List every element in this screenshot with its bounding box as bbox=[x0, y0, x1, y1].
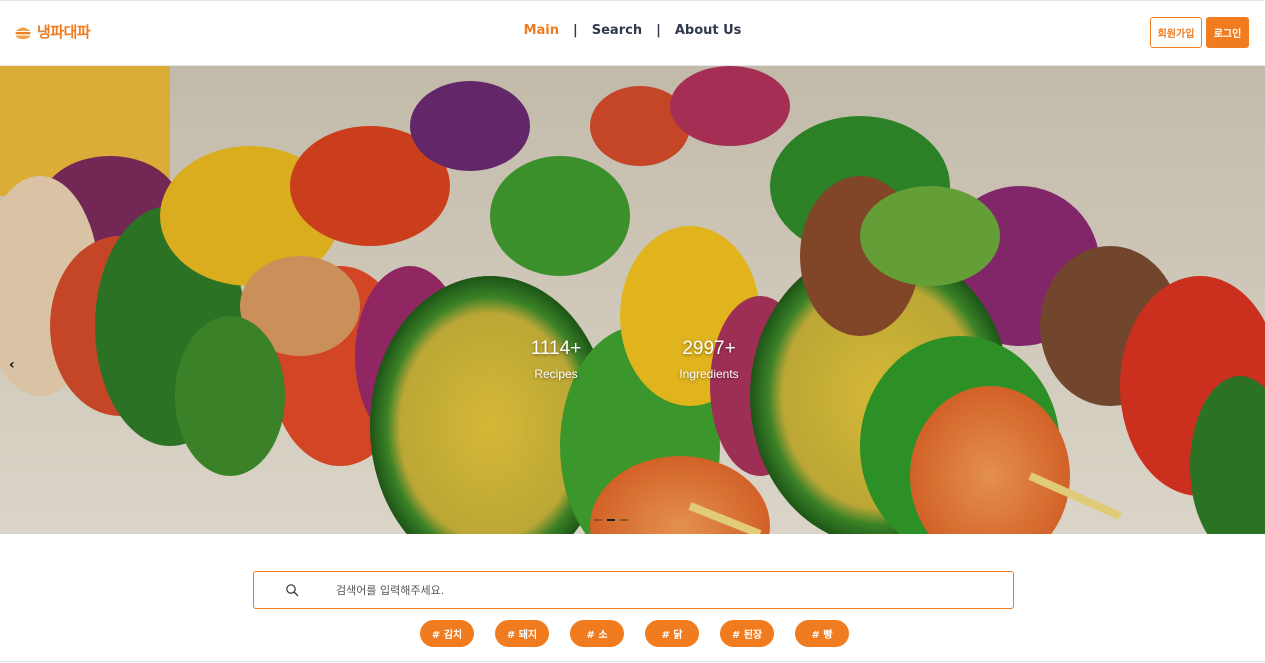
search-input[interactable] bbox=[336, 580, 996, 600]
tag-doenjang[interactable]: # 된장 bbox=[720, 620, 774, 647]
stat-label: Ingredients bbox=[679, 367, 739, 381]
main-nav: Main | Search | About Us bbox=[0, 23, 1265, 38]
tag-pork[interactable]: # 돼지 bbox=[495, 620, 549, 647]
stat-recipes: 1114+ Recipes bbox=[522, 338, 590, 381]
divider bbox=[0, 661, 1265, 662]
nav-main[interactable]: Main bbox=[524, 23, 559, 38]
carousel-dot[interactable] bbox=[620, 519, 628, 521]
hero-carousel: ‹ 1114+ Recipes 2997+ Ingredients bbox=[0, 66, 1265, 534]
search-box bbox=[253, 571, 1014, 609]
nav-separator: | bbox=[573, 23, 578, 38]
stat-ingredients: 2997+ Ingredients bbox=[672, 338, 746, 381]
nav-separator: | bbox=[656, 23, 661, 38]
stat-value: 1114+ bbox=[530, 338, 582, 359]
nav-search[interactable]: Search bbox=[592, 23, 642, 38]
signup-button[interactable]: 회원가입 bbox=[1150, 17, 1202, 48]
login-button[interactable]: 로그인 bbox=[1206, 17, 1249, 48]
top-header: 냉파대파 Main | Search | About Us 회원가입 로그인 bbox=[0, 0, 1265, 66]
stat-label: Recipes bbox=[534, 367, 578, 381]
carousel-dot[interactable] bbox=[594, 519, 602, 521]
tag-beef[interactable]: # 소 bbox=[570, 620, 624, 647]
search-icon[interactable] bbox=[285, 583, 299, 597]
carousel-indicators bbox=[594, 519, 628, 521]
stat-value: 2997+ bbox=[682, 338, 736, 359]
hero-food-image bbox=[0, 66, 1265, 534]
chevron-left-icon[interactable]: ‹ bbox=[9, 357, 15, 373]
nav-about-us[interactable]: About Us bbox=[675, 23, 742, 38]
tag-bread[interactable]: # 빵 bbox=[795, 620, 849, 647]
tag-chicken[interactable]: # 닭 bbox=[645, 620, 699, 647]
tag-kimchi[interactable]: # 김치 bbox=[420, 620, 474, 647]
carousel-dot-active[interactable] bbox=[607, 519, 615, 521]
tag-list: # 김치 # 돼지 # 소 # 닭 # 된장 # 빵 bbox=[420, 620, 849, 647]
